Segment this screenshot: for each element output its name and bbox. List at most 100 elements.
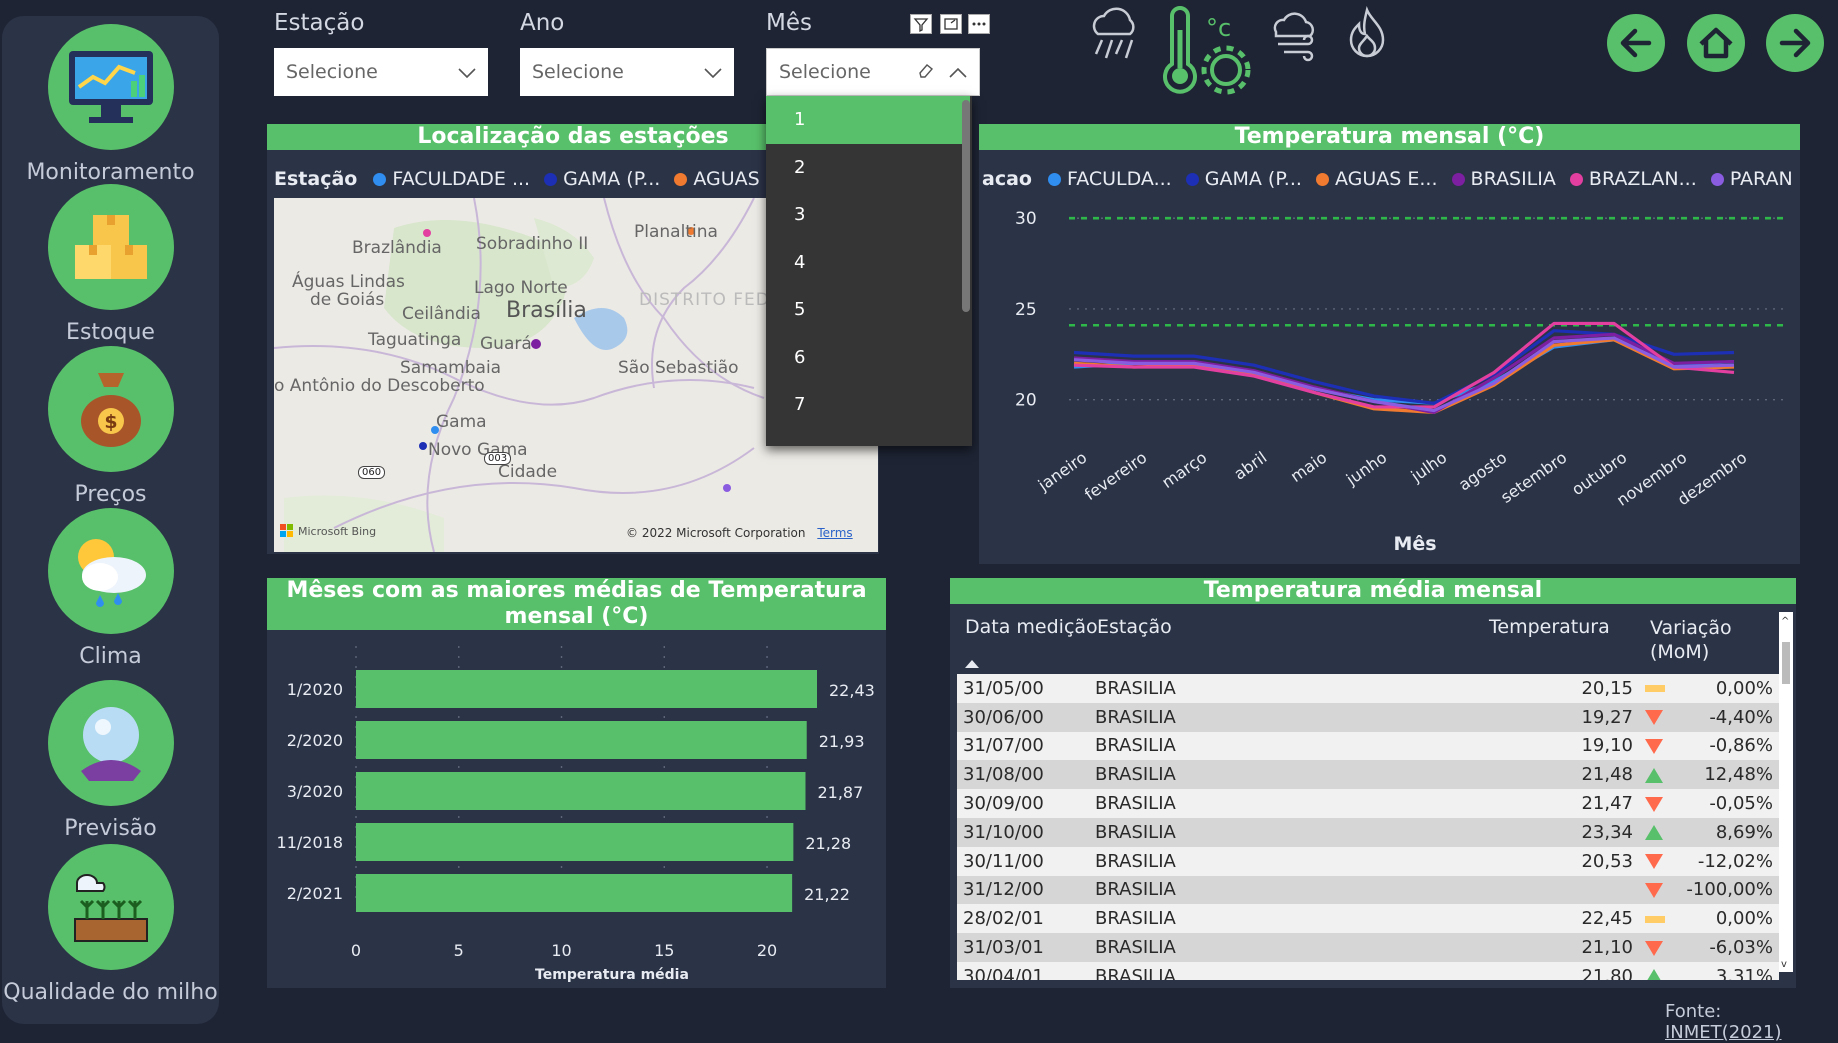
filter-icon[interactable] <box>910 14 932 34</box>
thermometer-gear-icon[interactable]: °c <box>1158 6 1254 106</box>
trend-up-icon <box>1645 969 1663 980</box>
bar-chart[interactable]: 0 5 10 15 20 1/2020 22,43 2/2020 21,93 3/2020 21,8… <box>267 634 886 988</box>
mes-option-7[interactable]: 7 <box>766 381 970 429</box>
table-row[interactable]: 28/02/01 BRASILIA 22,45 0,00% <box>957 904 1779 934</box>
trend-indicator <box>1639 817 1671 847</box>
sidebar-item-estoque[interactable]: Estoque <box>2 184 219 345</box>
mes-option-5[interactable]: 5 <box>766 286 970 334</box>
cell-temperatura: 23,34 <box>1481 817 1639 847</box>
trend-up-icon <box>1645 825 1663 841</box>
legend-item[interactable]: BRASILIA <box>1451 168 1556 190</box>
trend-down-icon <box>1645 882 1663 898</box>
mes-option-2[interactable]: 2 <box>766 144 970 192</box>
legend-item[interactable]: AGUAS E... <box>674 168 764 190</box>
bar-chart-title: Mêses com as maiores médias de Temperatu… <box>267 578 886 630</box>
sidebar-item-precos[interactable]: $ Preços <box>2 346 219 507</box>
mes-option-3[interactable]: 3 <box>766 191 970 239</box>
table-row[interactable]: 30/04/01 BRASILIA 21,80 3,31% <box>957 961 1779 980</box>
legend-item[interactable]: AGUAS E... <box>1315 168 1438 190</box>
focus-mode-icon[interactable] <box>940 14 962 34</box>
terms-link[interactable]: Terms <box>817 526 852 540</box>
table-row[interactable]: 31/12/00 BRASILIA -100,00% <box>957 875 1779 905</box>
dropdown-scrollbar[interactable] <box>962 100 970 312</box>
fire-icon[interactable] <box>1342 5 1392 66</box>
sidebar-item-qualidade-milho[interactable]: Qualidade do milho <box>2 844 219 1005</box>
cell-data: 30/06/00 <box>957 702 1089 732</box>
y-tick-label: 2/2021 <box>287 884 343 903</box>
line-chart[interactable]: 202530janeirofevereiro março abril maio junh… <box>979 190 1800 564</box>
table-row[interactable]: 31/03/01 BRASILIA 21,10 -6,03% <box>957 933 1779 962</box>
trend-indicator <box>1639 702 1671 732</box>
col-header-data[interactable]: Data medição <box>965 616 1098 638</box>
legend-item[interactable]: FACULDA... <box>1048 168 1172 190</box>
home-icon[interactable] <box>1687 14 1745 72</box>
table-row[interactable]: 30/11/00 BRASILIA 20,53 -12,02% <box>957 846 1779 876</box>
cell-estacao: BRASILIA <box>1089 789 1481 818</box>
bar[interactable] <box>356 874 793 912</box>
chevron-up-icon[interactable] <box>949 61 967 83</box>
sidebar-item-label: Previsão <box>64 816 157 841</box>
legend-item[interactable]: FACULDADE ... <box>373 168 530 190</box>
table-row[interactable]: 31/07/00 BRASILIA 19,10 -0,86% <box>957 731 1779 761</box>
map-place-label: de Goiás <box>310 290 385 310</box>
cell-estacao: BRASILIA <box>1089 961 1481 980</box>
eraser-icon[interactable] <box>917 61 935 83</box>
sidebar-item-previsao[interactable]: Previsão <box>2 680 219 841</box>
bar[interactable] <box>356 670 817 708</box>
rain-icon[interactable] <box>1086 6 1142 66</box>
table-title: Temperatura média mensal <box>950 578 1796 604</box>
bar[interactable] <box>356 721 807 759</box>
sidebar-item-monitoramento[interactable]: Monitoramento <box>2 24 219 185</box>
trend-down-icon <box>1645 940 1663 956</box>
legend-item[interactable]: PARANOA (... <box>1710 168 1792 190</box>
legend-item[interactable]: BRAZLAN... <box>1569 168 1697 190</box>
scroll-thumb[interactable] <box>1782 642 1790 684</box>
data-label: 21,87 <box>817 783 863 802</box>
map-legend-label: Estação <box>274 168 358 190</box>
sort-asc-icon[interactable] <box>965 660 979 668</box>
cloudy-wind-icon[interactable] <box>1268 6 1324 66</box>
filter-mes-label: Mês <box>766 10 812 36</box>
x-tick-label: 15 <box>654 941 674 960</box>
ano-dropdown[interactable]: Selecione <box>520 48 734 96</box>
data-label: 21,28 <box>805 834 851 853</box>
mes-option-1[interactable]: 1 <box>766 96 970 144</box>
more-options-icon[interactable] <box>968 14 990 34</box>
bar[interactable] <box>356 823 794 861</box>
y-tick-label: 3/2020 <box>287 782 343 801</box>
back-arrow-icon[interactable] <box>1607 14 1665 72</box>
legend-item[interactable]: GAMA (P... <box>544 168 660 190</box>
cell-temperatura: 19,10 <box>1481 731 1639 761</box>
table-row[interactable]: 30/06/00 BRASILIA 19,27 -4,40% <box>957 702 1779 732</box>
scroll-up-icon[interactable]: ^ <box>1781 616 1789 627</box>
cell-temperatura: 21,47 <box>1481 789 1639 818</box>
legend-item[interactable]: GAMA (P... <box>1185 168 1302 190</box>
col-header-estacao[interactable]: Estação <box>1097 616 1172 638</box>
table-row[interactable]: 31/10/00 BRASILIA 23,34 8,69% <box>957 817 1779 847</box>
forward-arrow-icon[interactable] <box>1766 14 1824 72</box>
mes-option-6[interactable]: 6 <box>766 334 970 382</box>
cell-data: 31/03/01 <box>957 933 1089 962</box>
table-row[interactable]: 31/05/00 BRASILIA 20,15 0,00% <box>957 674 1779 703</box>
mes-dropdown-list[interactable]: 1 2 3 4 5 6 7 <box>766 96 972 446</box>
table-body: 31/05/00 BRASILIA 20,15 0,00% 30/06/00 BRASIL… <box>957 674 1779 980</box>
cell-estacao: BRASILIA <box>1089 702 1481 732</box>
col-header-temperatura[interactable]: Temperatura <box>1489 616 1610 638</box>
table-row[interactable]: 30/09/00 BRASILIA 21,47 -0,05% <box>957 789 1779 818</box>
table-scrollbar[interactable]: ^ v <box>1779 612 1793 972</box>
mes-option-4[interactable]: 4 <box>766 239 970 287</box>
bar[interactable] <box>356 772 806 810</box>
col-header-variacao[interactable]: Variação (MoM) <box>1650 616 1750 664</box>
trend-flat-icon <box>1645 915 1665 923</box>
table-row[interactable]: 31/08/00 BRASILIA 21,48 12,48% <box>957 760 1779 790</box>
scroll-down-icon[interactable]: v <box>1781 959 1787 970</box>
cell-variacao: -100,00% <box>1671 875 1779 905</box>
x-tick-label: 0 <box>351 941 361 960</box>
map-place-label: Cidade <box>498 462 558 482</box>
mes-dropdown[interactable]: Selecione <box>766 48 980 96</box>
sidebar-item-clima[interactable]: Clima <box>2 508 219 669</box>
cell-data: 28/02/01 <box>957 904 1089 934</box>
estacao-dropdown[interactable]: Selecione <box>274 48 488 96</box>
sidebar-item-label: Preços <box>74 482 147 507</box>
x-tick-label: 20 <box>757 941 777 960</box>
